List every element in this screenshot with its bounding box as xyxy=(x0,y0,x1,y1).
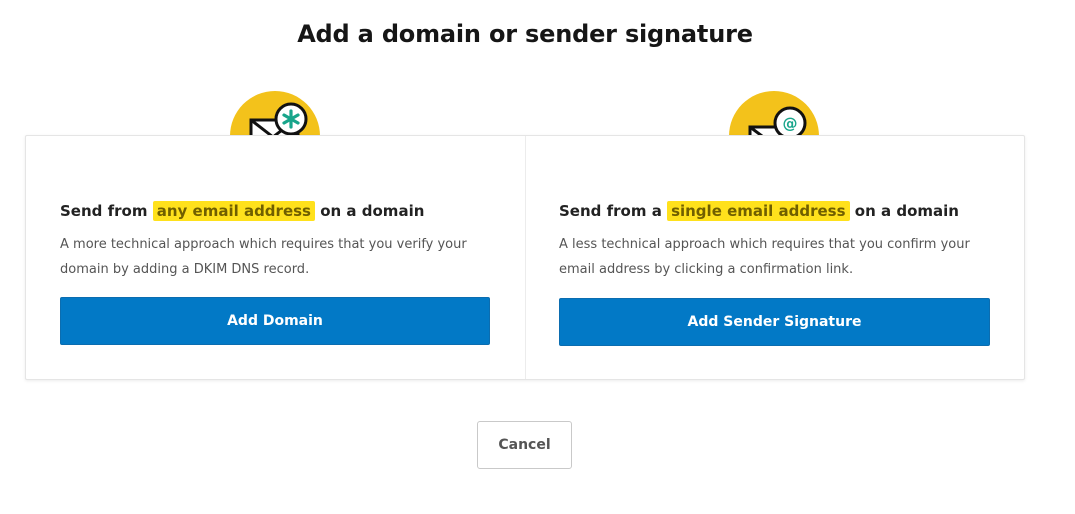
signature-card-description: A less technical approach which requires… xyxy=(559,237,970,277)
cancel-button[interactable]: Cancel xyxy=(477,421,572,469)
heading-text: on a domain xyxy=(854,202,959,220)
add-sender-signature-button[interactable]: Add Sender Signature xyxy=(559,298,990,346)
signature-card-heading: Send from a single email address on a do… xyxy=(559,201,959,221)
highlight-any-email-address: any email address xyxy=(152,201,315,221)
page-title: Add a domain or sender signature xyxy=(297,20,753,48)
card-divider xyxy=(525,136,526,379)
add-domain-button[interactable]: Add Domain xyxy=(60,297,490,345)
domain-card-heading: Send from any email address on a domain xyxy=(60,201,425,221)
svg-text:@: @ xyxy=(783,115,798,133)
page: Add a domain or sender signature @ Send … xyxy=(0,0,1075,514)
domain-card-description: A more technical approach which requires… xyxy=(60,237,467,277)
heading-text: Send from a xyxy=(559,202,662,220)
heading-text: Send from xyxy=(60,202,148,220)
highlight-single-email-address: single email address xyxy=(667,201,850,221)
heading-text: on a domain xyxy=(320,202,425,220)
